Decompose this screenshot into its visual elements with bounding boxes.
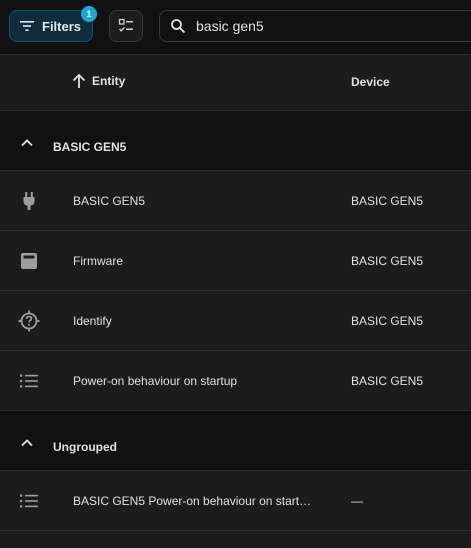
group-label: Ungrouped bbox=[53, 440, 117, 454]
search-input[interactable] bbox=[194, 17, 454, 35]
device-name: — bbox=[351, 494, 363, 508]
list-icon bbox=[17, 490, 41, 512]
firmware-icon bbox=[17, 250, 41, 272]
entity-name: BASIC GEN5 Power-on behaviour on start… bbox=[73, 494, 312, 508]
device-name: BASIC GEN5 bbox=[351, 254, 424, 268]
entity-name: BASIC GEN5 bbox=[73, 194, 146, 208]
filters-count-badge: 1 bbox=[81, 6, 97, 22]
table-row[interactable]: BASIC GEN5 Power-on behaviour on start… … bbox=[0, 471, 471, 531]
selection-mode-button[interactable] bbox=[109, 10, 143, 42]
device-name: BASIC GEN5 bbox=[351, 314, 424, 328]
table-row[interactable]: BASIC GEN5 BASIC GEN5 bbox=[0, 171, 471, 231]
table-row[interactable]: Firmware BASIC GEN5 bbox=[0, 231, 471, 291]
column-header-entity[interactable]: Entity bbox=[72, 73, 125, 89]
table-row[interactable]: Identify BASIC GEN5 bbox=[0, 291, 471, 351]
filters-label: Filters bbox=[42, 18, 82, 34]
toolbar: Filters 1 bbox=[0, 0, 471, 54]
list-icon bbox=[17, 370, 41, 392]
entity-name: Identify bbox=[73, 314, 112, 328]
plug-icon bbox=[17, 190, 41, 212]
identify-icon bbox=[17, 310, 41, 332]
search-icon bbox=[171, 19, 186, 34]
entity-name: Firmware bbox=[73, 254, 123, 268]
device-name: BASIC GEN5 bbox=[351, 374, 424, 388]
column-header-device[interactable]: Device bbox=[351, 75, 390, 89]
table-header: Entity Device bbox=[0, 54, 471, 111]
chevron-up-icon bbox=[21, 439, 33, 447]
checklist-icon bbox=[118, 18, 133, 32]
list-bottom-area bbox=[0, 531, 471, 548]
entity-name: Power-on behaviour on startup bbox=[73, 374, 238, 388]
group-header-basic-gen5[interactable]: BASIC GEN5 bbox=[0, 111, 471, 171]
table-row[interactable]: Power-on behaviour on startup BASIC GEN5 bbox=[0, 351, 471, 411]
entity-list: BASIC GEN5 BASIC GEN5 BASIC GEN5 Firmwar… bbox=[0, 111, 471, 531]
chevron-up-icon bbox=[21, 139, 33, 147]
filter-icon bbox=[20, 21, 34, 31]
sort-ascending-icon bbox=[72, 73, 86, 88]
group-label: BASIC GEN5 bbox=[53, 140, 127, 154]
search-field[interactable] bbox=[159, 10, 471, 42]
device-name: BASIC GEN5 bbox=[351, 194, 424, 208]
group-header-ungrouped[interactable]: Ungrouped bbox=[0, 411, 471, 471]
column-label-entity: Entity bbox=[92, 74, 126, 88]
